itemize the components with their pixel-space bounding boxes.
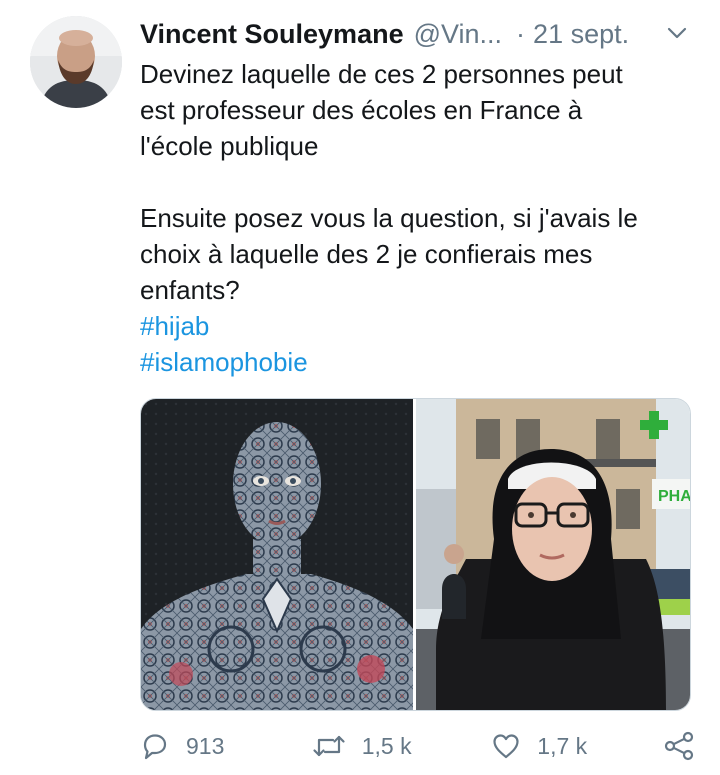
tweet-line: Ensuite posez vous la question, si j'ava… (140, 203, 638, 233)
tweet-header: Vincent Souleymane @Vin... · 21 sept. (140, 14, 690, 54)
reply-button[interactable]: 913 (140, 731, 312, 761)
reply-icon (140, 731, 170, 761)
retweet-icon (312, 731, 346, 761)
separator-dot: · (516, 18, 526, 49)
hashtag-islamophobie[interactable]: #islamophobie (140, 344, 700, 380)
like-count: 1,7 k (537, 732, 588, 759)
tweet[interactable]: Vincent Souleymane @Vin... · 21 sept. De… (0, 0, 720, 775)
tweet-text: Devinez laquelle de ces 2 personnes peut… (140, 56, 700, 380)
tweet-date[interactable]: 21 sept. (533, 19, 629, 50)
media-grid: PHA (140, 398, 691, 711)
author-handle[interactable]: @Vin... (414, 19, 502, 50)
reply-count: 913 (186, 732, 225, 759)
tweet-line: l'école publique (140, 131, 319, 161)
avatar[interactable] (30, 16, 122, 108)
tweet-line: choix à laquelle des 2 je confierais mes (140, 239, 593, 269)
hashtag-hijab[interactable]: #hijab (140, 308, 700, 344)
heart-icon (491, 731, 521, 761)
tweet-line: Devinez laquelle de ces 2 personnes peut (140, 59, 623, 89)
share-icon (663, 731, 695, 761)
photo-woman-hijab[interactable]: PHA (416, 399, 690, 710)
tweet-actions: 913 1,5 k 1,7 k (140, 724, 695, 768)
like-button[interactable]: 1,7 k (491, 731, 663, 761)
retweet-count: 1,5 k (361, 732, 412, 759)
share-button[interactable] (663, 731, 695, 761)
retweet-button[interactable]: 1,5 k (312, 731, 492, 761)
chevron-down-icon[interactable] (664, 20, 690, 46)
author-name[interactable]: Vincent Souleymane (140, 19, 404, 50)
tweet-line: enfants? (140, 275, 240, 305)
pharmacy-sign-text: PHA (658, 488, 690, 505)
photo-tattooed-man[interactable] (141, 399, 416, 710)
avatar-image (30, 16, 122, 108)
tweet-line: est professeur des écoles en France à (140, 95, 583, 125)
